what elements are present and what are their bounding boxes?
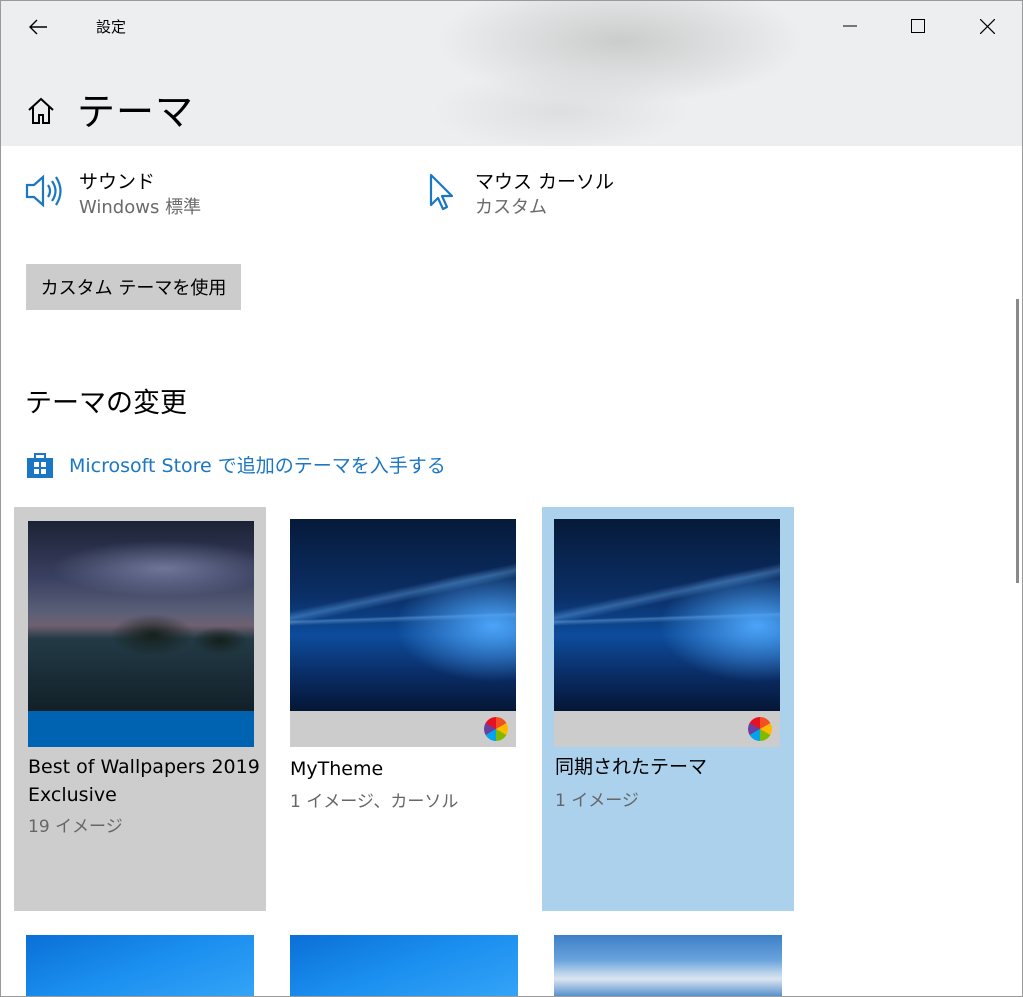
maximize-icon [911,19,925,33]
speaker-icon [25,174,62,208]
scrollbar-thumb[interactable] [1016,299,1019,583]
mouse-pointer-icon [429,173,454,211]
close-icon [979,18,995,34]
theme-thumbnail [290,519,516,713]
mouse-cursor-setting[interactable]: マウス カーソル カスタム [419,169,614,221]
mouse-cursor-title: マウス カーソル [475,171,615,193]
theme-detail: 1 イメージ [555,791,639,811]
app-title: 設定 [96,18,127,36]
settings-window: 設定 テーマ サウンド Windows 標準 マウス カーソル カスタム カスタ… [0,0,1023,997]
theme-detail: 1 イメージ、カーソル [290,792,459,812]
theme-thumbnail-row2-3[interactable] [554,935,782,996]
theme-thumbnail [554,519,780,713]
minimize-button[interactable] [816,1,884,51]
page-title: テーマ [77,90,195,134]
minimize-icon [843,25,857,27]
store-link[interactable]: Microsoft Store で追加のテーマを入手する [25,449,446,479]
back-arrow-icon [29,19,47,35]
theme-color-bar [290,711,516,747]
sound-value: Windows 標準 [79,197,202,218]
color-wheel-icon [748,717,772,741]
theme-name: MyTheme [290,758,384,780]
theme-name: 同期されたテーマ [555,756,708,778]
mouse-cursor-value: カスタム [475,197,547,218]
use-custom-theme-button[interactable]: カスタム テーマを使用 [26,264,241,310]
store-bag-icon [27,453,53,478]
theme-color-bar [554,711,780,747]
sound-title: サウンド [79,171,156,193]
color-wheel-icon [484,717,508,741]
theme-thumbnail [28,521,254,711]
theme-tile-best-of-wallpapers[interactable]: Best of Wallpapers 2019 Exclusive 19 イメー… [14,507,266,911]
theme-tile-mytheme[interactable]: MyTheme 1 イメージ、カーソル [276,505,528,909]
theme-thumbnail-row2-2[interactable] [290,935,518,996]
home-icon[interactable] [25,95,57,127]
theme-detail: 19 イメージ [28,817,123,837]
theme-name: Best of Wallpapers 2019 Exclusive [28,756,260,806]
theme-color-bar [28,711,254,747]
store-link-text: Microsoft Store で追加のテーマを入手する [69,454,446,477]
sound-setting[interactable]: サウンド Windows 標準 [23,169,201,221]
title-bar: 設定 [1,1,1022,51]
theme-thumbnail-row2-1[interactable] [26,935,254,996]
maximize-button[interactable] [884,1,952,51]
theme-tile-synced-theme[interactable]: 同期されたテーマ 1 イメージ [542,507,794,911]
back-button[interactable] [15,7,61,47]
close-button[interactable] [953,1,1021,51]
change-theme-heading: テーマの変更 [25,388,187,419]
